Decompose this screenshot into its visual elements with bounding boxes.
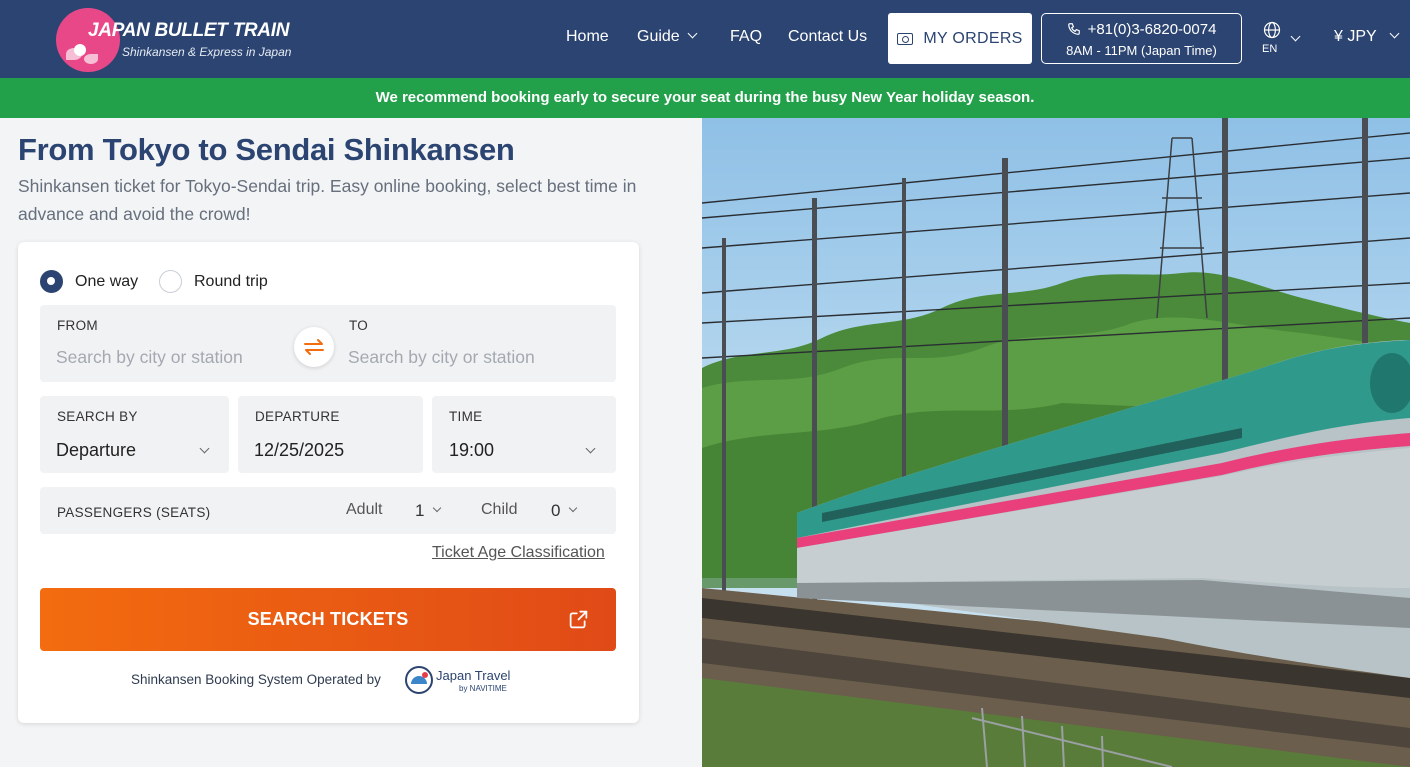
from-input[interactable] [56,347,286,368]
ticket-icon [897,32,914,45]
phone-hours: 8AM - 11PM (Japan Time) [1066,43,1217,58]
time-label: TIME [449,409,483,424]
logo-title: JAPAN BULLET TRAIN [88,20,290,41]
language-code: EN [1262,43,1278,55]
passengers-label: PASSENGERS (SEATS) [57,505,211,520]
chevron-down-icon [687,28,698,39]
language-selector[interactable]: EN [1262,20,1310,60]
search-by-label: SEARCH BY [57,409,138,424]
japan-travel-icon [405,666,433,694]
child-count-value: 0 [551,501,561,520]
currency-label: ¥ JPY [1334,28,1377,45]
logo-subtitle: Shinkansen & Express in Japan [122,45,292,59]
navitime-logo: Japan Travel by NAVITIME [405,666,525,696]
search-tickets-label: SEARCH TICKETS [247,609,409,629]
nav-home[interactable]: Home [566,28,609,46]
adult-count-value: 1 [415,501,425,520]
radio-one-way-label: One way [75,272,139,290]
phone-number: +81(0)3-6820-0074 [1087,21,1217,38]
hero-shinkansen-image [702,118,1410,767]
nav-guide[interactable]: Guide [637,28,698,46]
train-illustration [702,118,1410,767]
adult-count-select[interactable]: 1 [406,497,454,525]
my-orders-label: MY ORDERS [923,29,1023,47]
page-title: From Tokyo to Sendai Shinkansen [18,132,515,167]
search-by-select[interactable]: SEARCH BY Departure [40,396,229,473]
child-count-select[interactable]: 0 [542,497,590,525]
time-value: 19:00 [449,440,495,460]
time-select[interactable]: TIME 19:00 [432,396,616,473]
from-label: FROM [57,318,98,333]
chevron-down-icon [199,443,210,454]
page-subtitle: Shinkansen ticket for Tokyo-Sendai trip.… [18,176,637,224]
swap-stations-button[interactable] [294,327,334,367]
departure-label: DEPARTURE [255,409,340,424]
swap-arrows-icon [304,339,324,355]
my-orders-button[interactable]: MY ORDERS [888,13,1032,64]
chevron-down-icon [1389,28,1400,39]
radio-unchecked-icon [159,270,182,293]
to-label: TO [349,318,369,333]
operator-by: by NAVITIME [459,684,507,693]
to-input[interactable] [348,347,598,368]
departure-value: 12/25/2025 [254,440,345,460]
operator-name: Japan Travel [436,668,511,683]
announcement-banner: We recommend booking early to secure you… [0,78,1410,118]
radio-checked-icon [40,270,63,293]
search-tickets-button[interactable]: SEARCH TICKETS [40,588,616,651]
radio-round-trip[interactable]: Round trip [159,270,268,293]
nav-contact[interactable]: Contact Us [788,28,867,46]
chevron-down-icon [432,503,442,513]
site-header: JAPAN BULLET TRAIN Shinkansen & Express … [0,0,1410,78]
child-label: Child [481,501,518,518]
nav-faq[interactable]: FAQ [730,28,762,46]
phone-contact-button[interactable]: +81(0)3-6820-0074 8AM - 11PM (Japan Time… [1041,13,1242,64]
radio-one-way[interactable]: One way [40,270,138,293]
operated-by-text: Shinkansen Booking System Operated by [131,672,381,687]
ticket-age-classification-link[interactable]: Ticket Age Classification [432,544,605,562]
globe-icon [1263,21,1281,39]
radio-round-trip-label: Round trip [194,272,268,290]
chevron-down-icon [1290,31,1301,42]
external-link-icon [569,610,588,629]
chevron-down-icon [585,443,596,454]
phone-icon [1067,23,1080,35]
adult-label: Adult [346,501,383,518]
departure-date-field[interactable]: DEPARTURE 12/25/2025 [238,396,423,473]
currency-selector[interactable]: ¥ JPY [1334,28,1400,46]
site-logo[interactable]: JAPAN BULLET TRAIN Shinkansen & Express … [54,0,314,78]
passengers-field: PASSENGERS (SEATS) Adult Child [40,487,616,534]
search-by-value: Departure [56,440,137,460]
nav-guide-label: Guide [637,28,680,45]
chevron-down-icon [568,503,578,513]
